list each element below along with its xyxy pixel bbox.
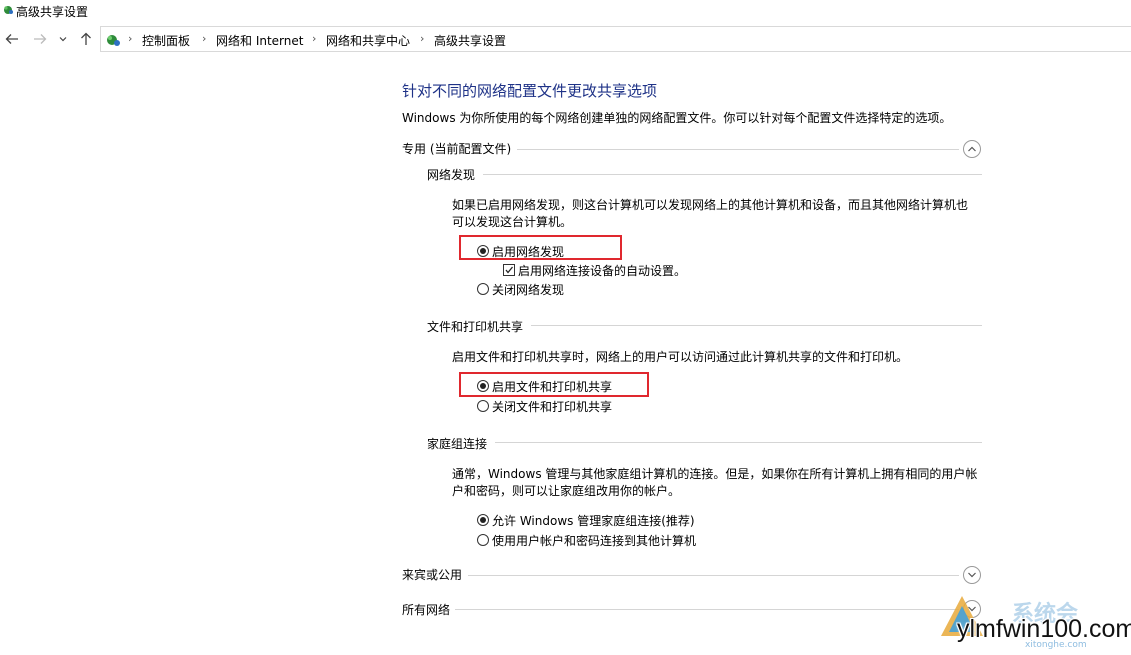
description-line: 通常，Windows 管理与其他家庭组计算机的连接。但是，如果你在所有计算机上拥… [452,467,978,481]
radio-button[interactable] [477,400,489,412]
breadcrumb-advanced-sharing[interactable]: 高级共享设置 [434,32,506,49]
network-discovery-description: 如果已启用网络发现，则这台计算机可以发现网络上的其他计算机和设备，而且其他网络计… [452,197,968,231]
page-description: Windows 为你所使用的每个网络创建单独的网络配置文件。你可以针对每个配置文… [402,111,952,125]
chevron-down-icon [59,37,67,42]
arrow-right-icon [34,34,47,44]
page-title: 针对不同的网络配置文件更改共享选项 [402,82,658,100]
guest-public-profile-header[interactable]: 来宾或公用 [402,566,462,583]
divider [455,609,959,610]
forward-button[interactable] [31,29,49,49]
file-printer-sharing-description: 启用文件和打印机共享时，网络上的用户可以访问通过此计算机共享的文件和打印机。 [452,350,909,364]
arrow-up-icon [81,32,91,45]
description-line: 户和密码，则可以让家庭组改用你的帐户。 [452,484,681,498]
breadcrumb-network-sharing-center[interactable]: 网络和共享中心 [326,32,410,49]
title-bar: 高级共享设置 [0,0,1131,22]
divider [517,149,959,150]
breadcrumb-separator: › [312,32,317,45]
breadcrumb-network-internet[interactable]: 网络和 Internet [216,32,303,49]
expand-guest-public-button[interactable] [963,566,981,584]
breadcrumb-separator: › [420,32,425,45]
divider [495,442,982,443]
option-label: 关闭文件和打印机共享 [492,400,613,414]
radio-button[interactable] [477,534,489,546]
window-title: 高级共享设置 [16,5,89,19]
option-label: 使用用户帐户和密码连接到其他计算机 [492,534,697,548]
address-bar[interactable]: › 控制面板 › 网络和 Internet › 网络和共享中心 › 高级共享设置 [100,26,1131,52]
option-label: 关闭网络发现 [492,283,565,297]
all-networks-profile-header[interactable]: 所有网络 [402,601,450,618]
option-label: 允许 Windows 管理家庭组连接(推荐) [492,514,695,528]
navigation-bar: › 控制面板 › 网络和 Internet › 网络和共享中心 › 高级共享设置 [0,26,1131,54]
chevron-down-icon [968,572,976,578]
divider [468,575,959,576]
network-globe-icon [4,6,13,14]
breadcrumb-control-panel[interactable]: 控制面板 [142,32,190,49]
description-line: 如果已启用网络发现，则这台计算机可以发现网络上的其他计算机和设备，而且其他网络计… [452,198,969,212]
chevron-up-icon [968,146,976,152]
private-profile-header[interactable]: 专用 (当前配置文件) [402,140,511,157]
file-printer-sharing-title: 文件和打印机共享 [427,320,524,334]
recent-locations-button[interactable] [56,29,70,49]
divider [483,174,982,175]
breadcrumb-separator: › [128,32,133,45]
radio-button[interactable] [477,283,489,295]
red-highlight-box [459,235,622,260]
radio-button[interactable] [477,514,489,526]
up-button[interactable] [77,29,95,49]
back-button[interactable] [3,29,21,49]
option-label: 启用网络连接设备的自动设置。 [518,264,687,278]
watermark-small-text: xitonghe.com [1025,640,1087,650]
network-discovery-title: 网络发现 [427,168,476,182]
checkmark-icon [505,266,514,274]
homegroup-title: 家庭组连接 [427,437,488,451]
description-line: 可以发现这台计算机。 [452,215,573,229]
control-panel-network-icon [107,35,120,46]
arrow-left-icon [5,34,18,44]
homegroup-description: 通常，Windows 管理与其他家庭组计算机的连接。但是，如果你在所有计算机上拥… [452,466,977,500]
collapse-private-button[interactable] [963,140,981,158]
red-highlight-box [459,372,649,397]
breadcrumb-separator: › [202,32,207,45]
checkbox[interactable] [503,264,515,276]
divider [531,325,982,326]
